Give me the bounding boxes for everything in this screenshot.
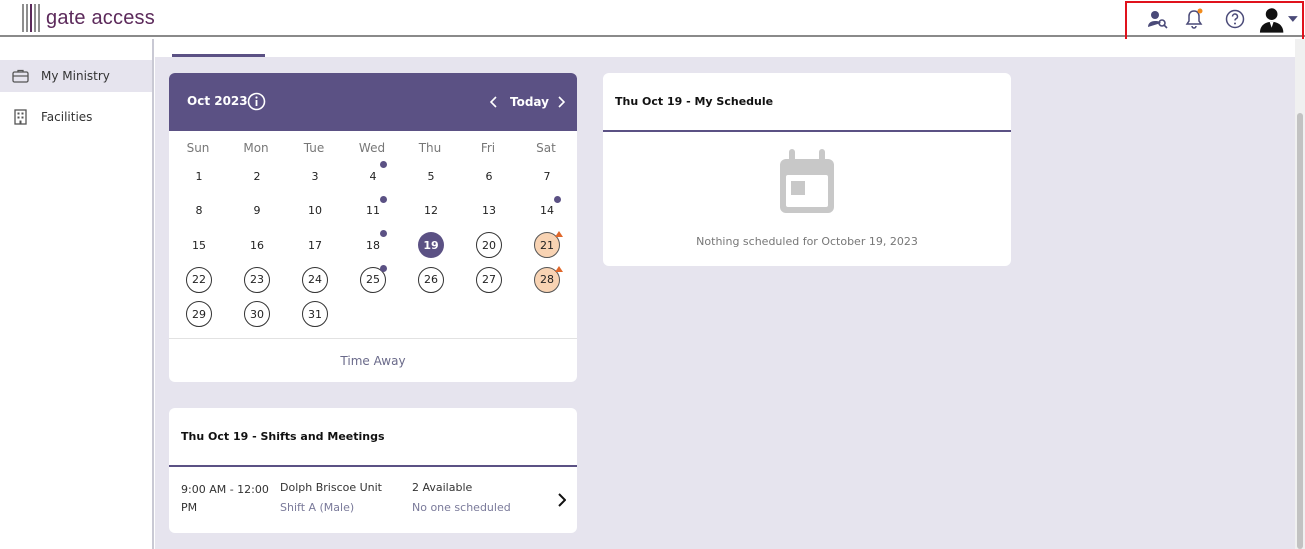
shift-time: 9:00 AM - 12:00 PM [181,483,269,514]
calendar-day-30[interactable]: 30 [244,301,270,327]
calendar-day-1[interactable]: 1 [186,163,212,189]
calendar-month-label: Oct 2023 [187,94,248,108]
calendar-day-27[interactable]: 27 [476,266,502,293]
chevron-right-icon[interactable] [557,493,566,507]
today-button[interactable]: Today [510,95,549,109]
calendar-day-8[interactable]: 8 [186,198,212,224]
calendar-day-24[interactable]: 24 [302,266,328,293]
calendar-day-9[interactable]: 9 [244,198,270,224]
card-divider [603,130,1011,132]
event-dot-icon [380,230,387,237]
prev-month-icon[interactable] [490,96,498,108]
calendar-empty-icon [780,149,834,213]
calendar-day-13[interactable]: 13 [476,198,502,224]
main-content: Oct 2023 Today Sun Mon Tue Wed Thu Fri Sat 123… [155,39,1295,549]
calendar-day-19[interactable]: 19 [418,232,444,258]
info-icon[interactable] [247,92,266,111]
event-dot-icon [380,161,387,168]
event-dot-icon [554,195,561,203]
my-schedule-card: Thu Oct 19 - My Schedule Nothing schedul… [603,73,1011,266]
building-icon [14,109,27,125]
event-dot-icon [380,264,387,272]
calendar-day-31[interactable]: 31 [302,301,328,327]
shifts-card: Thu Oct 19 - Shifts and Meetings 9:00 AM… [169,408,577,533]
shift-name: Shift A (Male) [280,501,355,514]
alert-flag-icon [555,231,563,237]
weekday-tue: Tue [303,141,325,155]
weekday-wed: Wed [358,141,386,155]
empty-schedule-text: Nothing scheduled for October 19, 2023 [696,235,918,248]
shift-row[interactable]: 9:00 AM - 12:00 PM Dolph Briscoe Unit Sh… [169,468,577,533]
weekday-sat: Sat [536,141,556,155]
calendar-day-12[interactable]: 12 [418,198,444,224]
card-divider [169,465,577,467]
scrollbar-thumb[interactable] [1297,113,1303,549]
shift-scheduled: No one scheduled [412,501,511,514]
logo-text: gate access [46,6,155,29]
next-month-icon[interactable] [557,96,565,108]
weekday-thu: Thu [418,141,442,155]
shifts-title: Thu Oct 19 - Shifts and Meetings [181,430,385,443]
calendar-day-26[interactable]: 26 [418,266,444,293]
briefcase-icon [12,69,29,83]
sidebar-item-facilities[interactable]: Facilities [0,101,152,133]
calendar-day-23[interactable]: 23 [244,266,270,293]
tab-bar [155,39,1295,57]
time-away-link[interactable]: Time Away [169,338,577,382]
calendar-day-10[interactable]: 10 [302,198,328,224]
scrollbar[interactable] [1295,39,1305,549]
calendar-day-5[interactable]: 5 [418,163,444,189]
weekday-fri: Fri [480,141,496,155]
sidebar: My Ministry Facilities [0,39,154,549]
sidebar-item-my-ministry[interactable]: My Ministry [0,60,152,92]
calendar-day-6[interactable]: 6 [476,163,502,189]
sidebar-item-label: My Ministry [41,69,110,83]
my-schedule-title: Thu Oct 19 - My Schedule [615,95,774,108]
event-dot-icon [380,195,387,203]
calendar-day-16[interactable]: 16 [244,232,270,258]
calendar-day-29[interactable]: 29 [186,301,212,327]
weekday-mon: Mon [243,141,269,155]
logo-bars-icon [22,4,42,32]
calendar-day-17[interactable]: 17 [302,232,328,258]
active-tab-indicator [172,54,265,57]
calendar-day-15[interactable]: 15 [186,232,212,258]
top-bar: gate access [0,0,1305,37]
shift-unit: Dolph Briscoe Unit [280,481,382,494]
weekday-sun: Sun [186,141,210,155]
calendar-day-22[interactable]: 22 [186,266,212,293]
sidebar-item-label: Facilities [41,110,93,124]
calendar-day-3[interactable]: 3 [302,163,328,189]
shift-available: 2 Available [412,481,473,494]
calendar-day-20[interactable]: 20 [476,232,502,258]
alert-flag-icon [555,265,563,272]
logo[interactable]: gate access [22,4,155,32]
calendar-header: Oct 2023 Today [169,73,577,131]
calendar-day-2[interactable]: 2 [244,163,270,189]
calendar-card: Oct 2023 Today Sun Mon Tue Wed Thu Fri Sat 123… [169,73,577,382]
calendar-day-7[interactable]: 7 [534,163,560,189]
highlight-box [1125,1,1304,41]
